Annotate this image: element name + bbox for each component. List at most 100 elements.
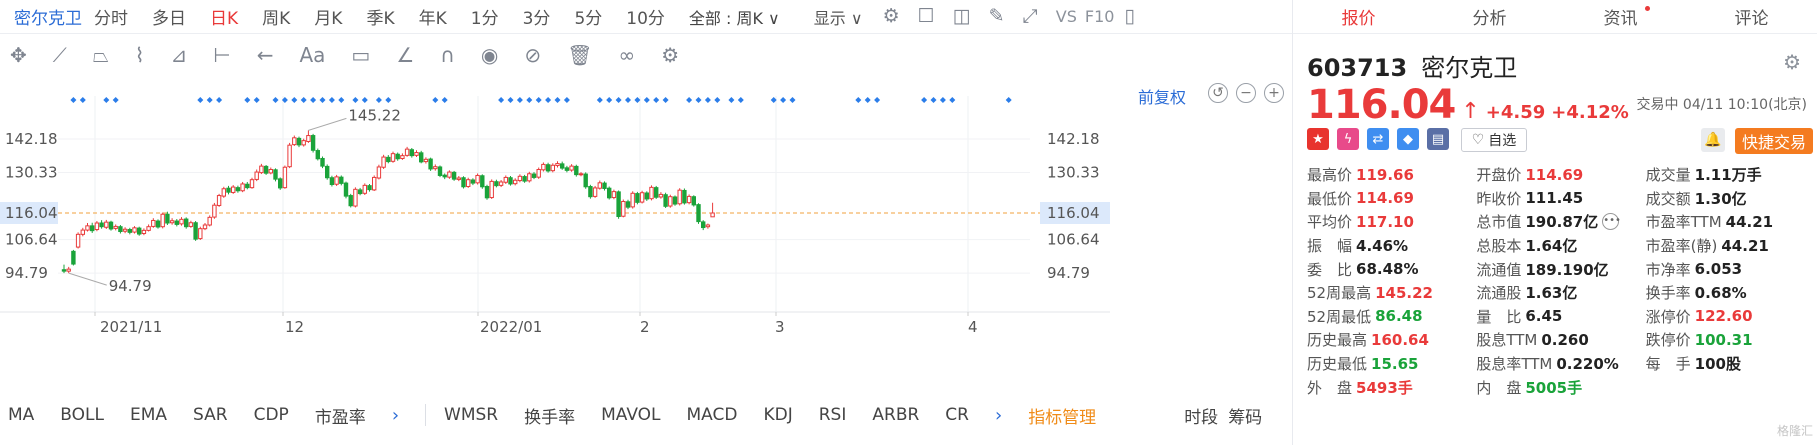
period-tab-9[interactable]: 5分 [574, 4, 602, 29]
report-icon[interactable]: ▤ [1427, 128, 1449, 150]
draw-settings-icon[interactable]: ⚙ [661, 45, 679, 65]
pen-icon[interactable]: ✎ [989, 7, 1005, 26]
connect-icon[interactable]: ⇄ [1367, 128, 1389, 150]
hide-icon[interactable]: ⊘ [524, 45, 541, 65]
gear-icon[interactable]: ⚙ [1783, 50, 1801, 74]
add-watchlist-button[interactable]: ♡ 自选 [1461, 128, 1527, 152]
line-tool-icon[interactable]: ⟋ [53, 45, 67, 65]
indicator-0[interactable]: MA [8, 405, 34, 425]
period-tab-5[interactable]: 季K [366, 4, 394, 29]
text-tool-icon[interactable]: Aa [299, 45, 325, 65]
fib-tool-icon[interactable]: ⊿ [171, 45, 188, 65]
tail-button-1[interactable]: 筹码 [1228, 403, 1262, 428]
signal-marker [319, 97, 326, 103]
color-picker-icon[interactable]: ☐ [918, 7, 935, 26]
indicator-5[interactable]: 市盈率 [315, 403, 366, 428]
magnet-icon[interactable]: ∩ [440, 45, 455, 65]
indicator-sub-0[interactable]: WMSR [444, 405, 498, 425]
candle [315, 148, 321, 161]
more-icon[interactable]: ••• [1602, 213, 1621, 231]
indicator-4[interactable]: CDP [254, 405, 289, 425]
display-select[interactable]: 显示 ∨ [814, 5, 863, 29]
adjust-select[interactable]: 前复权 [1138, 84, 1186, 108]
stat-label: 跌停价 [1645, 331, 1691, 350]
period-tab-7[interactable]: 1分 [471, 4, 499, 29]
zoom-in-icon[interactable]: + [1264, 83, 1284, 103]
period-tab-1[interactable]: 多日 [152, 4, 186, 29]
trash-icon[interactable]: 🗑 [567, 45, 592, 65]
indicator-1[interactable]: BOLL [60, 405, 104, 425]
candle [174, 219, 180, 227]
period-tab-4[interactable]: 月K [314, 4, 342, 29]
wave-tool-icon[interactable]: ⌇ [135, 45, 145, 65]
indicator-2[interactable]: EMA [130, 405, 167, 425]
indicator-sub-1[interactable]: 换手率 [524, 403, 575, 428]
indicator-sub-5[interactable]: RSI [819, 405, 847, 425]
signal-marker [310, 97, 317, 103]
indicator-sub-7[interactable]: CR [945, 405, 969, 425]
stat-cell: 成交额 1.30亿 [1646, 188, 1815, 209]
y-label-left: 130.33 [5, 164, 58, 182]
kline-svg[interactable]: 142.18 142.18 130.33 130.33 116.04 116.04 106.… [0, 76, 1292, 386]
candle [85, 223, 90, 232]
signal-marker [855, 97, 862, 103]
indicator-sub-6[interactable]: ARBR [872, 405, 919, 425]
collapse-panel-icon[interactable]: ▯ [1124, 7, 1134, 26]
candle [339, 175, 344, 186]
arrow-tool-icon[interactable]: ← [257, 45, 274, 65]
comment-tool-icon[interactable]: ▭ [351, 45, 370, 65]
period-tab-6[interactable]: 年K [419, 4, 447, 29]
tab-3[interactable]: 评论 [1686, 0, 1817, 33]
period-tab-10[interactable]: 10分 [626, 4, 665, 29]
margin-icon[interactable]: ϟ [1337, 128, 1359, 150]
quick-trade-button[interactable]: 快捷交易 [1735, 128, 1813, 154]
angle-tool-icon[interactable]: ∠ [396, 45, 414, 65]
stat-cell: 总市值 190.87亿 ••• [1476, 211, 1645, 232]
period-list: 分时 多日 日K 周K 月K 季K 年K 1分 3分 5分 10分 [94, 4, 689, 29]
china-flag-icon[interactable]: ★ [1307, 128, 1329, 150]
range-tool-icon[interactable]: ⊢ [213, 45, 230, 65]
settings-icon[interactable]: ⚙ [883, 7, 900, 26]
x-label: 2022/01 [480, 318, 542, 336]
stat-value: 160.64 [1371, 330, 1429, 349]
indicator-sub-2[interactable]: MAVOL [601, 405, 660, 425]
signal-marker [737, 97, 744, 103]
kline-chart[interactable]: 142.18 142.18 130.33 130.33 116.04 116.04 106.… [0, 76, 1292, 386]
range-select[interactable]: 全部 : 周K ∨ [689, 5, 780, 29]
chevron-right-icon[interactable]: › [995, 405, 1002, 426]
camera-icon[interactable]: ◫ [953, 7, 971, 26]
y-label-left: 94.79 [5, 264, 48, 282]
period-tab-0[interactable]: 分时 [94, 4, 128, 29]
indicator-sub-4[interactable]: KDJ [763, 405, 792, 425]
chevron-right-icon[interactable]: › [392, 405, 399, 426]
move-icon[interactable]: ✥ [10, 45, 27, 65]
indicator-3[interactable]: SAR [193, 405, 228, 425]
period-tab-3[interactable]: 周K [262, 4, 290, 29]
period-tab-8[interactable]: 3分 [523, 4, 551, 29]
indicator-manager-button[interactable]: 指标管理 [1028, 403, 1096, 428]
reset-icon[interactable]: ↺ [1208, 83, 1228, 103]
signal-marker [596, 97, 603, 103]
bell-icon[interactable]: 🔔 [1701, 128, 1725, 152]
tab-0[interactable]: 报价 [1293, 0, 1424, 33]
tail-button-0[interactable]: 时段 [1184, 403, 1218, 428]
tag-icon[interactable]: ◆ [1397, 128, 1419, 150]
vs-button[interactable]: VS [1056, 7, 1077, 26]
candle [75, 232, 81, 249]
signal-marker [272, 97, 279, 103]
link-icon[interactable]: ∞ [619, 45, 636, 65]
polygon-tool-icon[interactable]: ⏢ [93, 45, 109, 65]
stat-label: 市盈率(静) [1645, 237, 1718, 256]
candle [245, 181, 250, 190]
f10-button[interactable]: F10 [1085, 7, 1115, 26]
tab-1[interactable]: 分析 [1424, 0, 1555, 33]
eye-icon[interactable]: ◉ [481, 45, 498, 65]
stock-name[interactable]: 密尔克卫 [0, 4, 94, 29]
stat-row: 最低价 114.69 昨收价 111.45 成交额 1.30亿 [1307, 187, 1815, 211]
zoom-out-icon[interactable]: − [1236, 83, 1256, 103]
fullscreen-icon[interactable]: ⤢ [1023, 7, 1038, 26]
tab-label: 资讯 [1603, 9, 1638, 29]
period-tab-2[interactable]: 日K [210, 4, 238, 29]
tab-2[interactable]: 资讯 [1555, 0, 1686, 33]
indicator-sub-3[interactable]: MACD [687, 405, 738, 425]
